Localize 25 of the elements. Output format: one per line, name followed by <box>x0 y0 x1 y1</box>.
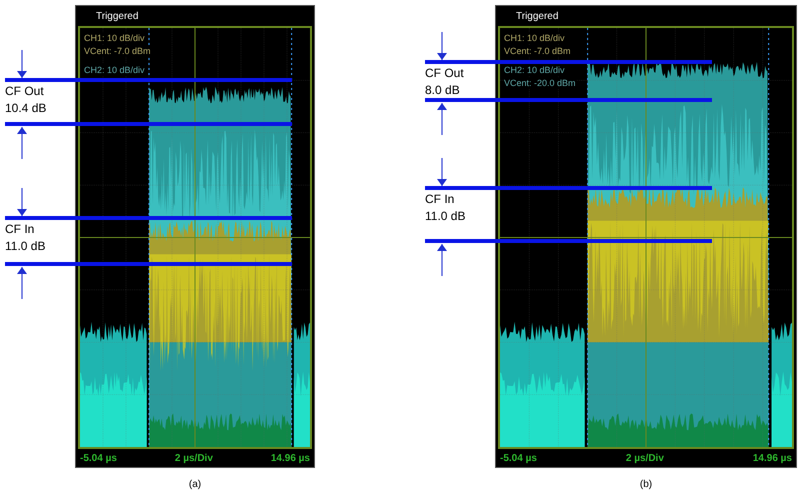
trace-setting: CH1: 10 dB/div <box>504 32 565 44</box>
up-arrow-icon <box>17 267 27 299</box>
up-arrow-icon <box>437 103 447 135</box>
trace-setting: CH2: 10 dB/div <box>504 64 565 76</box>
trace-setting: CH1: 10 dB/div <box>84 32 145 44</box>
down-arrow-icon <box>17 188 27 216</box>
status-label: Triggered <box>516 10 558 24</box>
down-arrow-icon <box>437 158 447 186</box>
trace-setting: VCent: -7.0 dBm <box>84 45 151 57</box>
end-time: 14.96 µs <box>270 452 310 466</box>
time-scale: 2 µs/Div <box>626 452 664 466</box>
figure-caption: (b) <box>640 478 652 492</box>
time-scale: 2 µs/Div <box>174 452 213 466</box>
start-time: -5.04 µs <box>80 452 117 466</box>
trace-setting: VCent: -20.0 dBm <box>504 77 576 89</box>
status-label: Triggered <box>96 10 138 24</box>
down-arrow-icon <box>437 32 447 60</box>
down-arrow-icon <box>17 50 27 78</box>
trace-setting: CH2: 10 dB/div <box>84 64 145 76</box>
trace-setting: VCent: -7.0 dBm <box>504 45 571 57</box>
figure-caption: (a) <box>188 478 202 492</box>
up-arrow-icon <box>437 244 447 276</box>
end-time: 14.96 µs <box>752 452 792 466</box>
start-time: -5.04 µs <box>500 452 537 466</box>
up-arrow-icon <box>17 127 27 159</box>
